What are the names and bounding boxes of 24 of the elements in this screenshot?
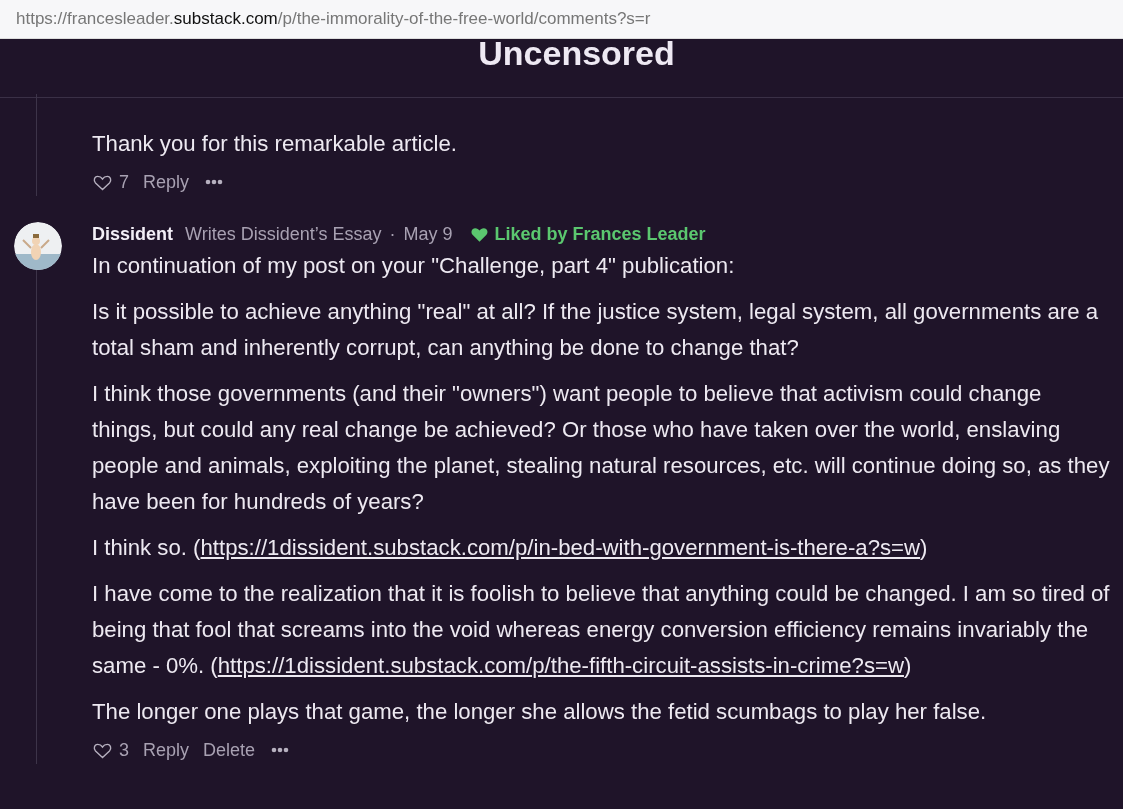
- like-button[interactable]: 7: [92, 171, 129, 193]
- more-icon[interactable]: [205, 179, 224, 185]
- comment-paragraph: Is it possible to achieve anything "real" at all? If the justice system, legal system, all governments are a total sham and inherently corrupt, can anything be done to change that?: [92, 298, 1100, 362]
- comment-paragraph: In continuation of my post on your "Challenge, part 4" publication:: [92, 252, 736, 280]
- comment-paragraph: The longer one plays that game, the longer she allows the fetid scumbags to play her false.: [92, 698, 988, 726]
- author-name[interactable]: Dissident: [92, 223, 174, 245]
- action-button[interactable]: Reply: [143, 739, 190, 761]
- comment-paragraph: I have come to the realization that it is foolish to believe that anything could be changed. I am so tired of being that fool that screams into the void whereas energy conversion efficiency remains invariably the same - 0%. (https://1dissident.substack.com/p/the-fifth-circuit-assists-in-crime?s=w): [92, 580, 1111, 680]
- address-bar[interactable]: https://francesleader.substack.com/p/the-immorality-of-the-free-world/comments?s=r: [0, 0, 1123, 39]
- link[interactable]: https://1dissident.substack.com/p/in-bed-with-government-is-there-a?s=w: [200, 535, 921, 560]
- publication-title: Uncensored: [478, 39, 675, 67]
- comment-paragraph: I think those governments (and their "owners") want people to believe that activism could change things, but could any real change be achieved? Or those who have taken over the world, enslaving people and animals, exploiting the planet, stealing natural resources, etc. will continue doing so, as they have been for hundreds of years?: [92, 380, 1111, 516]
- comment-paragraph: I think so. (https://1dissident.substack.com/p/in-bed-with-government-is-there-a?s=w): [92, 534, 929, 562]
- separator-dot: ·: [389, 223, 396, 245]
- like-button[interactable]: 3: [92, 739, 129, 761]
- action-button[interactable]: Reply: [143, 171, 190, 193]
- liked-by-label: Liked by Frances Leader: [494, 223, 706, 245]
- action-button[interactable]: Delete: [203, 739, 256, 761]
- more-icon[interactable]: [271, 747, 290, 753]
- link[interactable]: https://1dissident.substack.com/p/the-fifth-circuit-assists-in-crime?s=w: [217, 653, 904, 678]
- comment-date: May 9: [403, 223, 453, 245]
- author-subtitle: Writes Dissident’s Essay: [185, 223, 382, 245]
- url-text: https://francesleader.substack.com/p/the-immorality-of-the-free-world/comments?s=r: [16, 9, 651, 29]
- comment-paragraph: Thank you for this remarkable article.: [92, 130, 458, 158]
